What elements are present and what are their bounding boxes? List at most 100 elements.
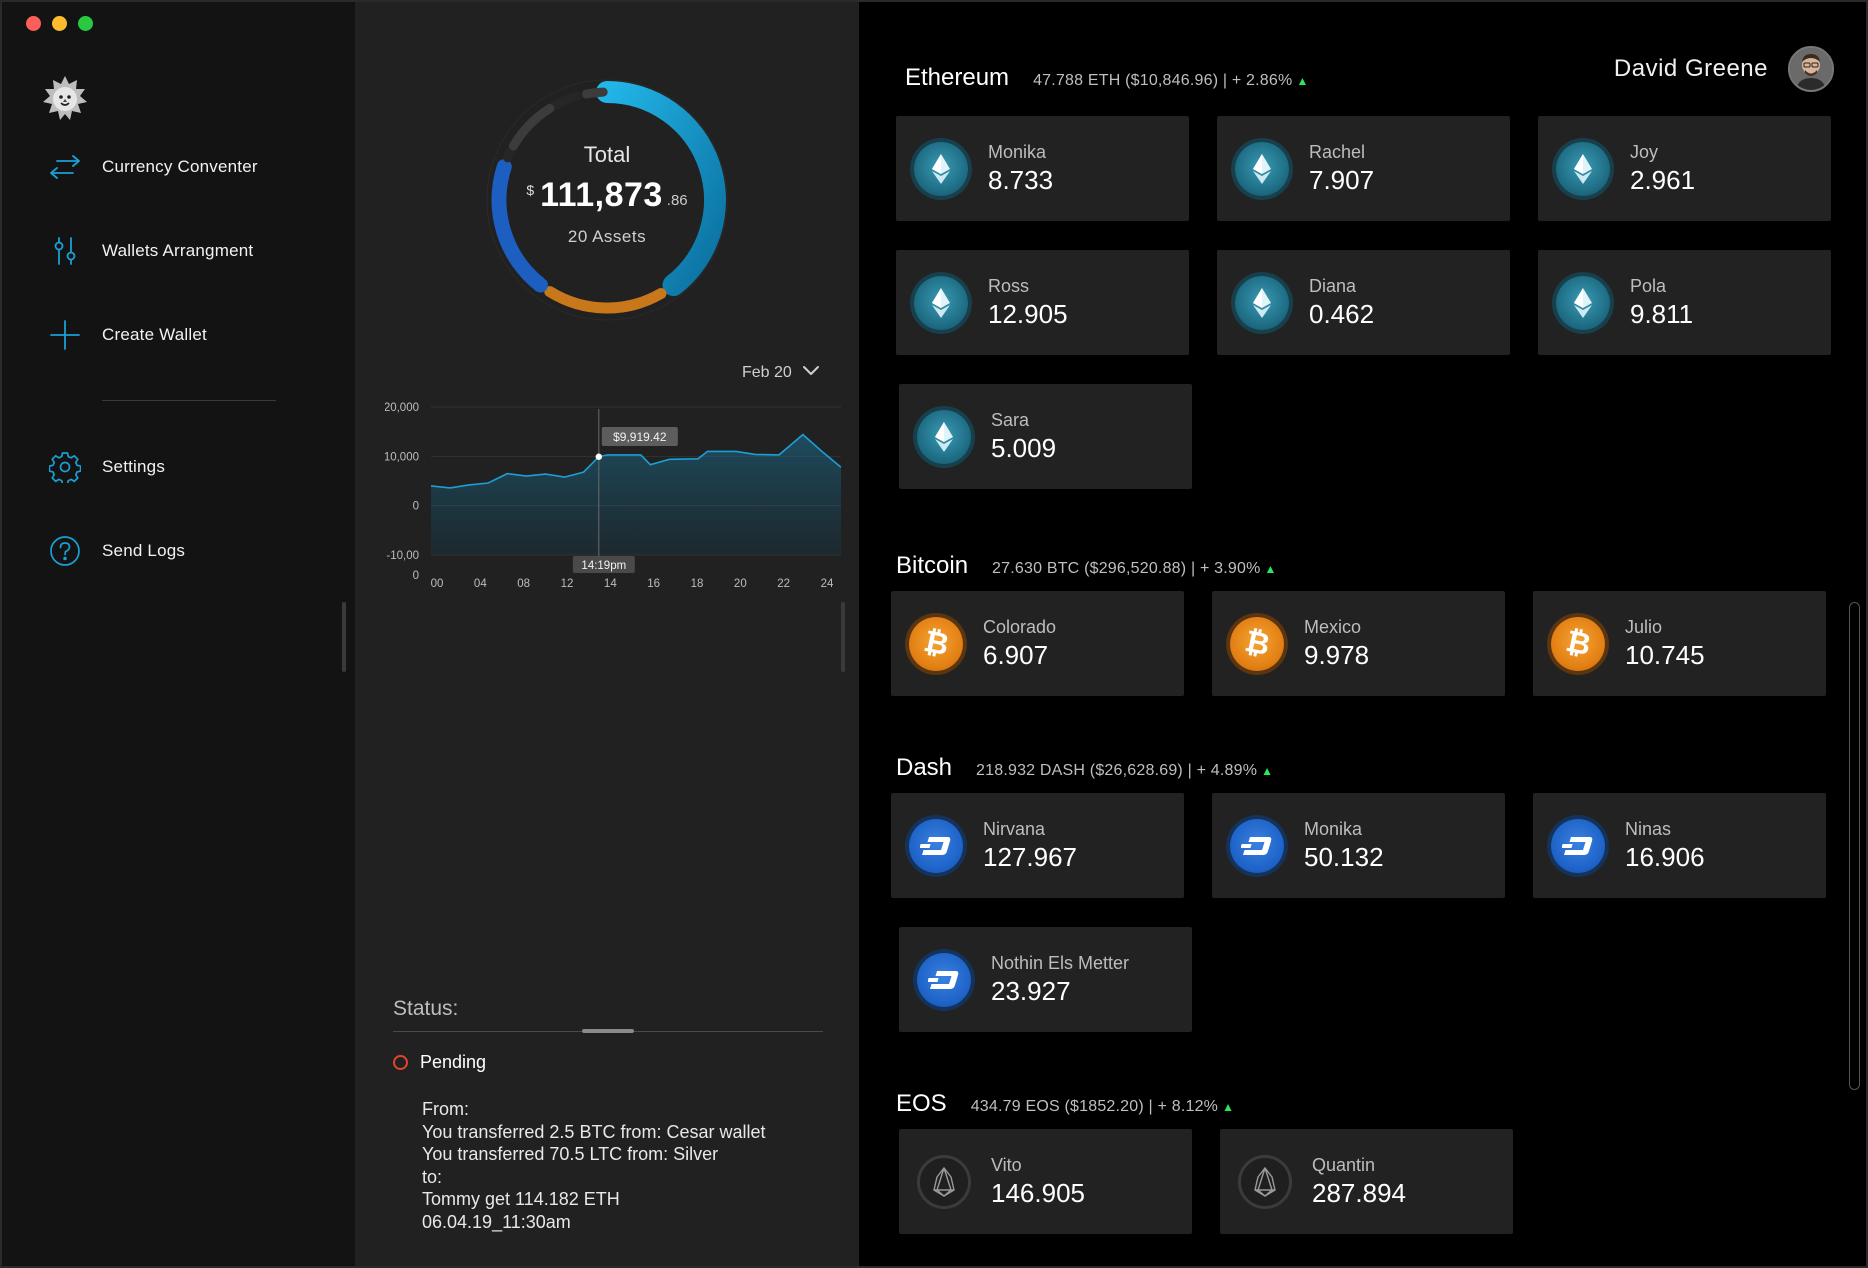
wallet-card[interactable]: Sara 5.009 [899,384,1192,489]
wallet-name: Diana [1309,275,1357,296]
x-tick-label: 08 [517,578,530,587]
nav-label: Wallets Arrangment [102,241,254,260]
panel-resize-handle[interactable] [841,602,845,672]
wallet-info: Rachel 7.907 [1309,142,1374,196]
summary-text: 47.788 ETH ($10,846.96) | + 2.86% [1033,72,1293,89]
wallet-card[interactable]: Monika 8.733 [896,116,1189,221]
lion-logo-icon [40,74,90,124]
chart-hover-point[interactable] [595,453,603,460]
wallet-balance: 127.967 [983,841,1077,872]
ethereum-icon [1556,141,1610,196]
wallet-card[interactable]: Ross 12.905 [896,250,1189,355]
app-window: Currency Conventer Wallets Arrangment Cr… [0,0,1868,1268]
nav-divider [102,400,276,401]
wallet-balance: 50.132 [1304,841,1384,872]
wallet-name: Nothin Els Metter [991,952,1130,973]
status-state: Pending [393,1052,486,1073]
wallet-name: Joy [1630,141,1659,162]
value-tooltip: $9,919.42 [601,427,678,446]
wallet-card[interactable]: ₿ Colorado 6.907 [891,591,1184,696]
wallet-card[interactable]: Diana 0.462 [1217,250,1510,355]
section-summary: 434.79 EOS ($1852.20) | + 8.12% ▲ [971,1098,1235,1116]
nav-label: Send Logs [102,541,186,560]
nav-currency-converter[interactable]: Currency Conventer [48,150,258,184]
wallet-balance: 9.978 [1304,639,1370,670]
wallet-name: Nirvana [983,818,1046,839]
window-controls [26,16,93,31]
wallet-balance: 16.906 [1625,841,1705,872]
date-label: Feb 20 [742,364,792,381]
status-scroll-handle[interactable] [582,1029,634,1033]
wallet-info: Diana 0.462 [1309,276,1374,330]
plus-icon [48,318,82,352]
minimize-window-button[interactable] [52,16,67,31]
y-tick-label: 10,000 [385,451,419,463]
x-tick-label: 00 [431,578,444,587]
balance-area-chart[interactable]: 20,000 10,000 0 -10,00 0 00 04 08 12 14 16 18 20 22 2… [385,397,855,587]
wallet-card[interactable]: ₿ Mexico 9.978 [1212,591,1505,696]
y-tick-label: 0 [413,501,419,513]
wallet-info: Quantin 287.894 [1312,1155,1406,1209]
sidebar-resize-handle[interactable] [342,602,346,672]
wallet-name: Vito [991,1154,1022,1175]
eos-icon [917,1154,971,1209]
wallet-balance: 2.961 [1630,164,1696,195]
wallet-balance: 7.907 [1309,164,1375,195]
zoom-window-button[interactable] [78,16,93,31]
wallet-name: Monika [988,141,1047,162]
bitcoin-icon: ₿ [1230,616,1284,671]
wallet-card[interactable]: Ninas 16.906 [1533,793,1826,898]
nav-create-wallet[interactable]: Create Wallet [48,318,207,352]
dash-icon [1551,818,1605,873]
dash-icon [1230,818,1284,873]
wallet-card[interactable]: Quantin 287.894 [1220,1129,1513,1234]
wallet-card[interactable]: Rachel 7.907 [1217,116,1510,221]
wallet-card[interactable]: Vito 146.905 [899,1129,1192,1234]
section-title: Ethereum [905,64,1010,91]
wallet-name: Quantin [1312,1154,1376,1175]
bitcoin-icon: ₿ [1551,616,1605,671]
wallet-card[interactable]: Joy 2.961 [1538,116,1831,221]
section-bitcoin-header: Bitcoin 27.630 BTC ($296,520.88) | + 3.9… [896,552,1277,580]
bitcoin-icon: ₿ [909,616,963,671]
y-axis-ticks: 20,000 10,000 0 -10,00 0 [385,402,419,582]
x-tick-label: 12 [561,578,574,587]
nav-send-logs[interactable]: Send Logs [48,534,185,568]
detail-line: From: [422,1099,469,1119]
avatar[interactable] [1788,46,1834,92]
trend-up-icon: ▲ [1264,562,1277,576]
section-summary: 218.932 DASH ($26,628.69) | + 4.89% ▲ [976,762,1273,780]
wallet-info: Sara 5.009 [991,410,1056,464]
date-dropdown[interactable]: Feb 20 [742,364,820,382]
section-summary: 47.788 ETH ($10,846.96) | + 2.86% ▲ [1033,72,1308,90]
total-cents: .86 [666,191,688,209]
time-tooltip: 14:19pm [572,556,635,573]
wallet-balance: 10.745 [1625,639,1705,670]
nav-settings[interactable]: Settings [48,450,165,484]
detail-line: 06.04.19_11:30am [422,1211,571,1232]
wallet-balance: 9.811 [1630,298,1694,329]
close-window-button[interactable] [26,16,41,31]
wallet-card[interactable]: Pola 9.811 [1538,250,1831,355]
section-title: Bitcoin [896,552,969,579]
wallet-name: Mexico [1304,616,1362,637]
trend-up-icon: ▲ [1222,1100,1235,1114]
wallets-scrollbar[interactable] [1849,602,1860,1090]
nav-label: Currency Conventer [102,157,258,176]
user-profile[interactable]: David Greene [1614,46,1834,92]
wallet-info: Monika 50.132 [1304,819,1384,873]
nav-label: Create Wallet [102,325,207,344]
currency-symbol: $ [526,181,535,198]
trend-up-icon: ▲ [1296,74,1309,88]
ethereum-icon [917,409,971,464]
summary-text: 218.932 DASH ($26,628.69) | + 4.89% [976,762,1258,779]
nav-wallets-arrangement[interactable]: Wallets Arrangment [48,234,253,268]
status-state-label: Pending [420,1052,487,1072]
wallet-card[interactable]: Nirvana 127.967 [891,793,1184,898]
wallet-card[interactable]: Nothin Els Metter 23.927 [899,927,1192,1032]
tooltip-time: 14:19pm [581,560,626,572]
wallet-info: Pola 9.811 [1630,276,1693,330]
wallet-card[interactable]: Monika 50.132 [1212,793,1505,898]
ethereum-icon [1556,275,1610,330]
wallet-card[interactable]: ₿ Julio 10.745 [1533,591,1826,696]
